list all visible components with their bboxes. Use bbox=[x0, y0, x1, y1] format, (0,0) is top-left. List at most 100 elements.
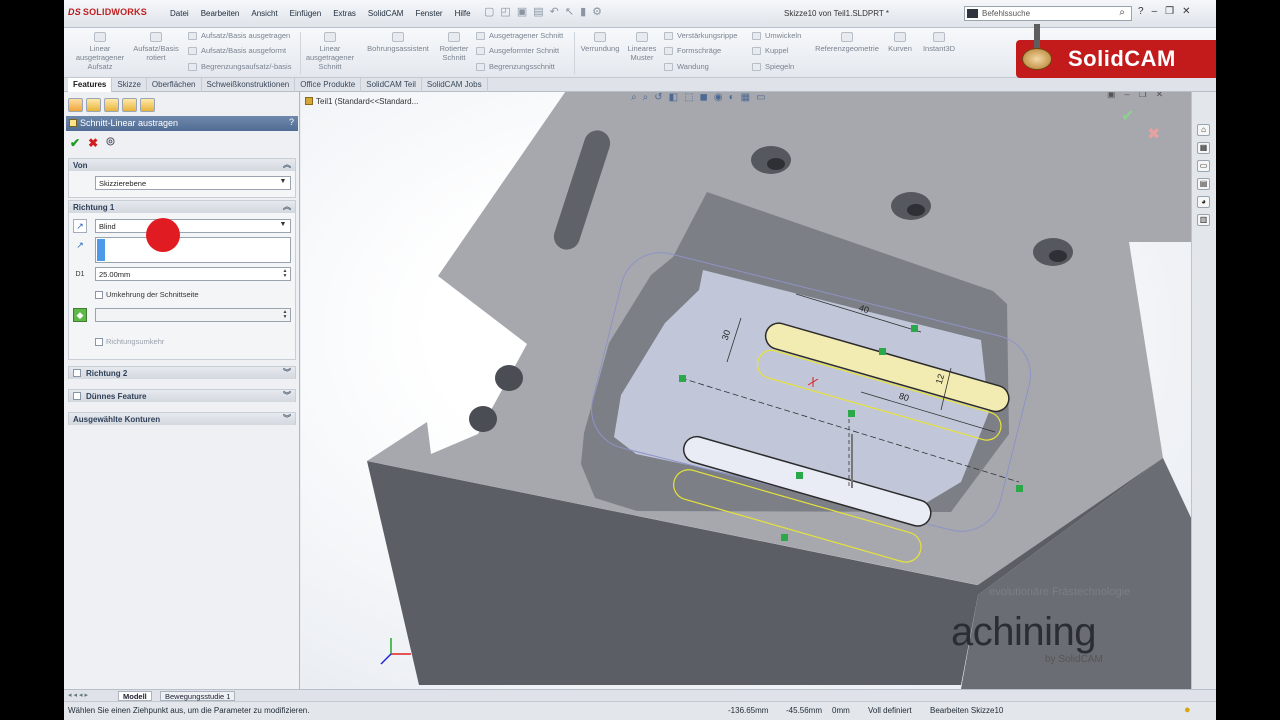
richtung-2-checkbox[interactable] bbox=[73, 369, 81, 377]
previous-view-icon[interactable]: ↺ bbox=[654, 92, 662, 103]
viewport-restore-icon[interactable]: ❐ bbox=[1139, 92, 1147, 100]
open-icon[interactable]: ◰ bbox=[500, 7, 510, 18]
hide-show-icon[interactable]: ◉ bbox=[714, 92, 723, 103]
tab-office-produkte[interactable]: Office Produkte bbox=[295, 78, 362, 92]
select-icon[interactable]: ↖ bbox=[565, 7, 574, 18]
command-search[interactable]: Befehlssuche ⌕ bbox=[964, 6, 1132, 21]
tab-modell[interactable]: Modell bbox=[118, 691, 152, 701]
boundary-cut-button[interactable]: Begrenzungsschnitt bbox=[476, 62, 555, 71]
custom-properties-icon[interactable]: ▥ bbox=[1197, 214, 1210, 226]
search-input[interactable]: Befehlssuche bbox=[982, 9, 1030, 18]
view-settings-icon[interactable]: ▭ bbox=[756, 92, 765, 103]
menu-hilfe[interactable]: Hilfe bbox=[449, 9, 477, 18]
rib-button[interactable]: Verstärkungsrippe bbox=[664, 31, 737, 40]
boundary-boss-button[interactable]: Begrenzungsaufsatz/-basis bbox=[188, 62, 291, 71]
lofted-boss-button[interactable]: Aufsatz/Basis ausgeformt bbox=[188, 46, 286, 55]
display-manager-icon[interactable] bbox=[140, 98, 155, 112]
depth-input[interactable]: 25.00mm ▲ ▼ bbox=[95, 267, 291, 281]
restore-icon[interactable]: ❐ bbox=[1165, 6, 1174, 17]
end-condition-dropdown[interactable]: Blind ▼ bbox=[95, 219, 291, 233]
search-icon[interactable]: ⌕ bbox=[1119, 7, 1125, 18]
group-duennes-feature[interactable]: Dünnes Feature ︾ bbox=[68, 389, 296, 402]
tab-bewegungsstudie-1[interactable]: Bewegungsstudie 1 bbox=[160, 691, 236, 701]
extruded-cut-button[interactable]: Linear ausgetragener Schnitt bbox=[304, 32, 356, 71]
expand-chevron-icon[interactable]: ︾ bbox=[283, 413, 291, 424]
draft-toggle-icon[interactable]: ◆ bbox=[73, 308, 87, 322]
panel-help-icon[interactable]: ? bbox=[289, 117, 294, 127]
flip-side-to-cut-checkbox[interactable]: Umkehrung der Schnittseite bbox=[95, 290, 199, 299]
tab-scroll-arrows-icon[interactable]: ◂◂◂▸ bbox=[68, 691, 90, 699]
display-style-icon[interactable]: ◼ bbox=[700, 92, 708, 103]
draft-angle-input[interactable]: ▲ ▼ bbox=[95, 308, 291, 322]
tile-icon[interactable]: ▣ bbox=[1107, 92, 1116, 100]
apply-scene-icon[interactable]: ▦ bbox=[741, 92, 750, 103]
viewport-minimize-icon[interactable]: – bbox=[1125, 92, 1130, 100]
ok-check-icon[interactable]: ✔ bbox=[70, 136, 80, 150]
tab-features[interactable]: Features bbox=[68, 78, 113, 92]
rebuild-icon[interactable]: ▮ bbox=[580, 7, 586, 18]
von-start-dropdown[interactable]: Skizzierebene ▼ bbox=[95, 176, 291, 190]
menu-datei[interactable]: Datei bbox=[164, 9, 195, 18]
print-icon[interactable]: ▤ bbox=[533, 7, 543, 18]
tab-solidcam-jobs[interactable]: SolidCAM Jobs bbox=[422, 78, 488, 92]
graphics-area[interactable]: 40 30 12 80 Teil1 (Standard<<Standard...… bbox=[301, 92, 1191, 689]
collapse-chevron-icon[interactable]: ︽ bbox=[283, 201, 291, 212]
tab-solidcam-teil[interactable]: SolidCAM Teil bbox=[361, 78, 422, 92]
detailed-preview-icon[interactable]: ◎ bbox=[106, 136, 115, 150]
confirm-corner-cancel-icon[interactable]: ✖ bbox=[1147, 124, 1160, 144]
swept-cut-button[interactable]: Ausgetragener Schnitt bbox=[476, 31, 563, 40]
swept-boss-button[interactable]: Aufsatz/Basis ausgetragen bbox=[188, 31, 290, 40]
edit-appearance-icon[interactable]: ◐ bbox=[729, 92, 735, 103]
lofted-cut-button[interactable]: Ausgeformter Schnitt bbox=[476, 46, 559, 55]
group-richtung-2[interactable]: Richtung 2 ︾ bbox=[68, 366, 296, 379]
menu-einfuegen[interactable]: Einfügen bbox=[284, 9, 328, 18]
zoom-to-fit-icon[interactable]: ⌕ bbox=[631, 92, 637, 103]
section-view-icon[interactable]: ◧ bbox=[669, 92, 678, 103]
hole-wizard-button[interactable]: Bohrungsassistent bbox=[362, 32, 434, 53]
menu-fenster[interactable]: Fenster bbox=[409, 9, 448, 18]
save-icon[interactable]: ▣ bbox=[517, 7, 527, 18]
view-palette-icon[interactable]: ▤ bbox=[1197, 178, 1210, 190]
fillet-button[interactable]: Verrundung bbox=[578, 32, 622, 53]
tab-skizze[interactable]: Skizze bbox=[112, 78, 147, 92]
zoom-area-icon[interactable]: ⌕ bbox=[643, 92, 649, 103]
options-icon[interactable]: ⚙ bbox=[592, 7, 602, 18]
menu-bearbeiten[interactable]: Bearbeiten bbox=[195, 9, 246, 18]
draft-outward-checkbox[interactable]: Richtungsumkehr bbox=[95, 337, 164, 346]
tab-oberflaechen[interactable]: Oberflächen bbox=[147, 78, 202, 92]
undo-icon[interactable]: ↶ bbox=[550, 7, 559, 18]
property-manager-icon[interactable] bbox=[86, 98, 101, 112]
instant3d-button[interactable]: Instant3D bbox=[918, 32, 960, 53]
tab-schweisskonstruktionen[interactable]: Schweißkonstruktionen bbox=[202, 78, 296, 92]
appearances-icon[interactable]: ◕ bbox=[1197, 196, 1210, 208]
dome-button[interactable]: Kuppel bbox=[752, 46, 788, 55]
confirm-corner-ok-icon[interactable]: ✔ bbox=[1121, 106, 1134, 126]
reference-geometry-button[interactable]: Referenzgeometrie bbox=[812, 32, 882, 53]
feature-tree-icon[interactable] bbox=[68, 98, 83, 112]
shell-button[interactable]: Wandung bbox=[664, 62, 709, 71]
view-orientation-icon[interactable]: ⬚ bbox=[684, 92, 693, 103]
curves-button[interactable]: Kurven bbox=[882, 32, 918, 53]
flyout-feature-tree[interactable]: Teil1 (Standard<<Standard... bbox=[305, 97, 418, 106]
extruded-boss-button[interactable]: Linear ausgetragener Aufsatz bbox=[74, 32, 126, 71]
checkbox-box[interactable] bbox=[95, 337, 103, 346]
new-document-icon[interactable]: ▢ bbox=[484, 7, 494, 18]
close-icon[interactable]: ✕ bbox=[1182, 6, 1190, 17]
expand-chevron-icon[interactable]: ︾ bbox=[283, 367, 291, 378]
spin-arrows-icon[interactable]: ▲ ▼ bbox=[281, 310, 289, 320]
help-icon[interactable]: ? bbox=[1138, 6, 1144, 17]
wrap-button[interactable]: Umwickeln bbox=[752, 31, 801, 40]
group-von-header[interactable]: Von ︽ bbox=[69, 159, 295, 171]
file-explorer-icon[interactable]: ▭ bbox=[1197, 160, 1210, 172]
rebuild-status-icon[interactable]: ● bbox=[1184, 704, 1191, 716]
group-richtung-1-header[interactable]: Richtung 1 ︽ bbox=[69, 201, 295, 213]
menu-solidcam[interactable]: SolidCAM bbox=[362, 9, 410, 18]
design-library-icon[interactable]: ▦ bbox=[1197, 142, 1210, 154]
menu-extras[interactable]: Extras bbox=[327, 9, 362, 18]
menu-ansicht[interactable]: Ansicht bbox=[245, 9, 283, 18]
dimxpert-icon[interactable] bbox=[122, 98, 137, 112]
collapse-chevron-icon[interactable]: ︽ bbox=[283, 159, 291, 170]
reverse-direction-icon[interactable]: ↗ bbox=[73, 219, 87, 233]
revolved-cut-button[interactable]: Rotierter Schnitt bbox=[434, 32, 474, 62]
mirror-button[interactable]: Spiegeln bbox=[752, 62, 794, 71]
